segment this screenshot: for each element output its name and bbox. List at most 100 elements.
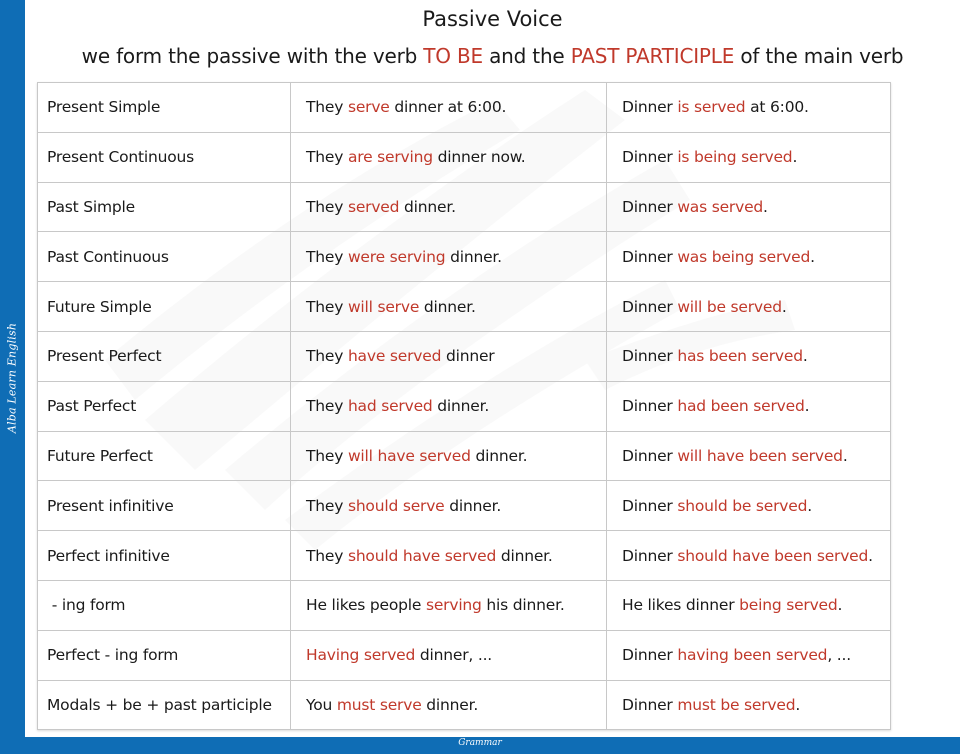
highlighted-verb: was served bbox=[677, 197, 764, 216]
sentence-text: They bbox=[306, 148, 348, 167]
passive-example-cell: He likes dinner being served. bbox=[606, 579, 891, 631]
sentence-text: He likes dinner bbox=[622, 596, 740, 615]
sentence-text: . bbox=[804, 397, 810, 416]
sentence-text: , ... bbox=[827, 646, 851, 665]
highlighted-verb: will serve bbox=[347, 297, 420, 316]
sentence-text: dinner. bbox=[419, 297, 476, 316]
sentence-text: dinner, ... bbox=[415, 646, 493, 665]
tense-cell: Present Simple bbox=[37, 82, 291, 133]
active-example-cell: They have served dinner bbox=[290, 330, 607, 382]
table-row: Past Simple They served dinner. Dinner was… bbox=[37, 181, 891, 233]
sentence-text: You bbox=[306, 695, 337, 714]
sentence-text: dinner. bbox=[470, 446, 528, 465]
sentence-text: dinner now. bbox=[432, 148, 526, 167]
highlighted-verb: should have served bbox=[347, 546, 497, 565]
highlighted-verb: being served bbox=[739, 596, 838, 615]
sentence-text: . bbox=[795, 695, 801, 714]
active-example-cell: They are serving dinner now. bbox=[290, 131, 607, 183]
active-example-cell: They will serve dinner. bbox=[290, 281, 607, 332]
highlighted-verb: having been served bbox=[677, 646, 828, 665]
highlighted-verb: will have served bbox=[347, 446, 471, 465]
highlighted-verb: should have been served bbox=[677, 546, 869, 565]
highlighted-verb: has been served bbox=[677, 347, 803, 366]
passive-example-cell: Dinner should have been served. bbox=[606, 530, 891, 581]
highlighted-verb: should be served bbox=[677, 496, 808, 515]
brand-footer-label: Grammar bbox=[458, 738, 502, 748]
brand-side-label: Alba Learn English bbox=[5, 322, 19, 434]
highlighted-verb: are serving bbox=[347, 148, 433, 167]
active-example-cell: You must serve dinner. bbox=[290, 679, 607, 731]
sentence-text: They bbox=[306, 347, 348, 366]
sentence-text: Dinner bbox=[622, 446, 678, 465]
highlighted-verb: served bbox=[347, 197, 400, 216]
table-row: Future Perfect They will have served dinn… bbox=[37, 430, 891, 482]
table-row: Future Simple They will serve dinner. Dinn… bbox=[37, 281, 891, 332]
sentence-text: He likes people bbox=[306, 596, 426, 615]
highlighted-verb: have served bbox=[347, 347, 442, 366]
sentence-text: . bbox=[802, 347, 808, 366]
tense-cell: Present Continuous bbox=[37, 131, 291, 183]
passive-example-cell: Dinner will have been served. bbox=[606, 430, 891, 482]
highlighted-verb: were serving bbox=[347, 247, 446, 266]
highlighted-verb: had been served bbox=[677, 397, 805, 416]
highlighted-verb: was being served bbox=[677, 247, 811, 266]
sentence-text: dinner. bbox=[399, 197, 456, 216]
subtitle-text: we form the passive with the verb bbox=[81, 44, 424, 68]
highlighted-verb: serve bbox=[347, 98, 390, 117]
subtitle-highlight: PAST PARTICIPLE bbox=[570, 44, 735, 68]
tense-cell: Past Continuous bbox=[37, 231, 291, 283]
tense-cell: Perfect - ing form bbox=[37, 629, 291, 681]
sentence-text: dinner. bbox=[496, 546, 553, 565]
sentence-text: Dinner bbox=[622, 496, 678, 515]
sentence-text: They bbox=[306, 446, 348, 465]
sentence-text: They bbox=[306, 98, 348, 117]
active-example-cell: They had served dinner. bbox=[290, 380, 607, 432]
sentence-text: . bbox=[842, 446, 848, 465]
sentence-text: at 6:00. bbox=[745, 98, 809, 117]
sentence-text: Dinner bbox=[622, 695, 678, 714]
highlighted-verb: is served bbox=[677, 98, 746, 117]
sentence-text: They bbox=[306, 397, 348, 416]
active-example-cell: They serve dinner at 6:00. bbox=[290, 82, 607, 133]
tense-cell: Present Perfect bbox=[37, 330, 291, 382]
sentence-text: dinner bbox=[441, 347, 495, 366]
tense-cell: Present infinitive bbox=[37, 480, 291, 532]
tense-cell: Future Simple bbox=[37, 281, 291, 332]
passive-example-cell: Dinner should be served. bbox=[606, 480, 891, 532]
table-row: Perfect infinitive They should have serve… bbox=[37, 530, 891, 581]
tense-cell: - ing form bbox=[37, 579, 291, 631]
active-example-cell: They will have served dinner. bbox=[290, 430, 607, 482]
active-example-cell: They were serving dinner. bbox=[290, 231, 607, 283]
sentence-text: his dinner. bbox=[481, 596, 565, 615]
sentence-text: Dinner bbox=[622, 297, 678, 316]
sentence-text: They bbox=[306, 297, 348, 316]
sentence-text: Dinner bbox=[622, 98, 678, 117]
highlighted-verb: had served bbox=[347, 397, 433, 416]
passive-example-cell: Dinner must be served. bbox=[606, 679, 891, 731]
tense-cell: Past Simple bbox=[37, 181, 291, 233]
sentence-text: They bbox=[306, 247, 348, 266]
table-row: Present Simple They serve dinner at 6:00.… bbox=[37, 82, 891, 133]
tense-cell: Past Perfect bbox=[37, 380, 291, 432]
highlighted-verb: will be served bbox=[677, 297, 782, 316]
subtitle-highlight: TO BE bbox=[423, 44, 483, 68]
tense-cell: Future Perfect bbox=[37, 430, 291, 482]
passive-example-cell: Dinner has been served. bbox=[606, 330, 891, 382]
sentence-text: dinner. bbox=[444, 496, 502, 515]
highlighted-verb: Having served bbox=[306, 646, 416, 665]
sentence-text: Dinner bbox=[622, 546, 678, 565]
left-brand-bar: Alba Learn English bbox=[0, 0, 25, 754]
highlighted-verb: is being served bbox=[677, 148, 793, 167]
passive-example-cell: Dinner having been served, ... bbox=[606, 629, 891, 681]
sentence-text: dinner. bbox=[445, 247, 502, 266]
passive-example-cell: Dinner had been served. bbox=[606, 380, 891, 432]
sentence-text: Dinner bbox=[622, 646, 678, 665]
table-row: Past Continuous They were serving dinner.… bbox=[37, 231, 891, 283]
sentence-text: . bbox=[781, 297, 787, 316]
sentence-text: . bbox=[810, 247, 815, 266]
sentence-text: Dinner bbox=[622, 247, 678, 266]
passive-example-cell: Dinner was served. bbox=[606, 181, 891, 233]
active-example-cell: Having served dinner, ... bbox=[290, 629, 607, 681]
subtitle-text: and the bbox=[482, 44, 571, 68]
sentence-text: Dinner bbox=[622, 148, 678, 167]
